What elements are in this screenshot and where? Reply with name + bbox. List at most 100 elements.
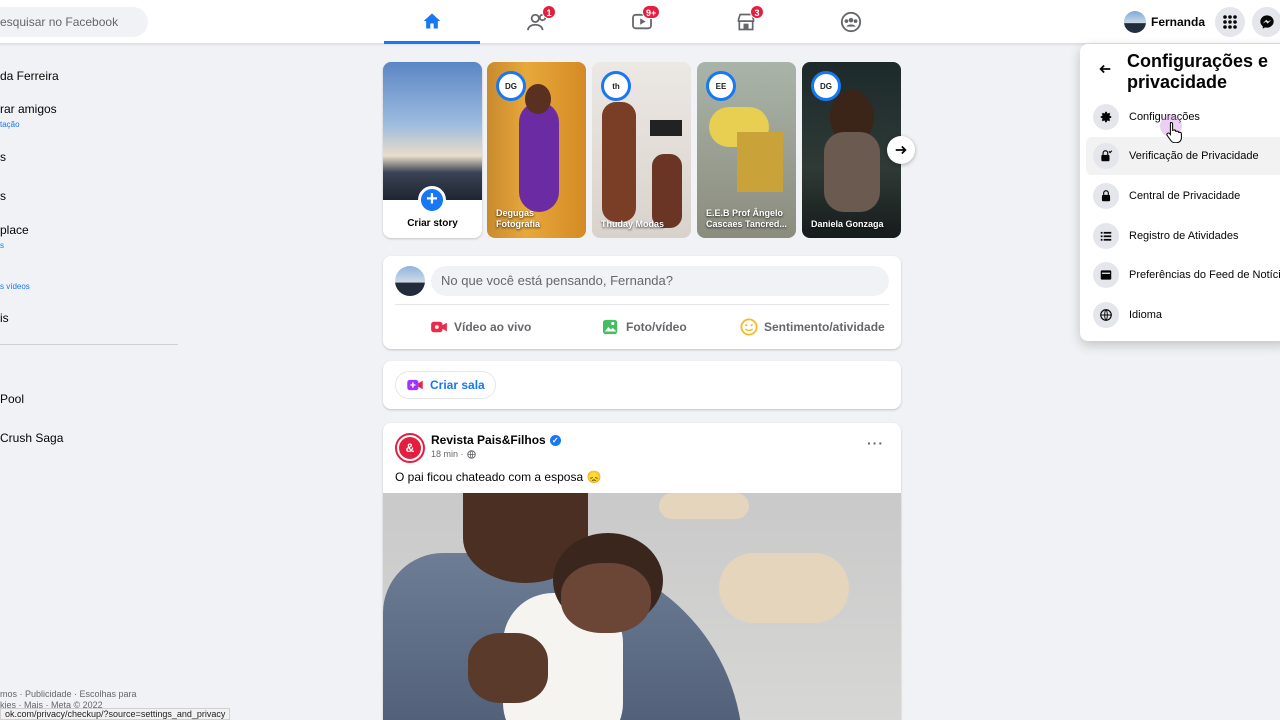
smiley-icon (740, 318, 758, 336)
sidebar-item-groups[interactable]: s (0, 150, 6, 164)
create-room-button[interactable]: Criar sala (395, 371, 496, 399)
hand-cursor-icon (1166, 121, 1182, 143)
sidebar-item-more[interactable]: is (0, 311, 9, 325)
post-author-avatar-logo: & (399, 437, 421, 459)
verified-icon: ✓ (549, 434, 561, 446)
live-video-icon (431, 321, 447, 333)
menu-item-settings[interactable]: Configurações (1086, 98, 1280, 136)
friends-badge: 1 (542, 5, 556, 19)
search-input[interactable]: esquisar no Facebook (0, 7, 148, 37)
sidebar-item-watch-sub[interactable]: s vídeos (0, 282, 30, 291)
create-room-label: Criar sala (430, 378, 485, 392)
sidebar-item-profile[interactable]: da Ferreira (0, 69, 59, 83)
story-image (525, 84, 551, 114)
arrow-left-icon (1099, 64, 1111, 74)
live-video-label: Vídeo ao vivo (454, 320, 532, 334)
menu-item-label: Idioma (1129, 309, 1163, 321)
post-author[interactable]: Revista Pais&Filhos ✓ (431, 433, 561, 447)
story-avatar: EE (706, 71, 736, 101)
menu-item-privacy-center[interactable]: Central de Privacidade (1086, 177, 1280, 215)
menu-item-activity-log[interactable]: Registro de Atividades (1086, 217, 1280, 255)
menu-item-label: Central de Privacidade (1129, 190, 1241, 202)
menu-button[interactable] (1215, 7, 1245, 37)
sidebar-item-marketplace-sub: s (0, 241, 4, 250)
profile-button[interactable]: Fernanda (1124, 8, 1205, 36)
photo-detail (659, 493, 749, 519)
messenger-button[interactable] (1252, 7, 1280, 37)
grid-menu-icon (1223, 15, 1237, 29)
video-room-icon (407, 379, 423, 391)
dropdown-title: Configurações e privacidade (1127, 51, 1269, 92)
status-input[interactable]: No que você está pensando, Fernanda? (431, 266, 889, 296)
feeling-activity-button[interactable]: Sentimento/atividade (740, 316, 885, 338)
photo-icon (603, 319, 618, 335)
story-avatar: DG (496, 71, 526, 101)
top-navigation-bar: esquisar no Facebook 1 9+ 3 Fernanda (0, 0, 1280, 44)
story-name: Daniela Gonzaga (811, 219, 884, 229)
post-author-name[interactable]: Revista Pais&Filhos (431, 433, 546, 447)
back-button[interactable] (1094, 58, 1116, 80)
settings-privacy-dropdown: Configurações e privacidade Configuraçõe… (1080, 44, 1280, 341)
arrow-right-icon (895, 145, 907, 155)
feeling-activity-label: Sentimento/atividade (764, 320, 885, 334)
avatar (395, 266, 425, 296)
tab-friends[interactable]: 1 (490, 0, 586, 44)
tab-groups[interactable] (803, 0, 899, 44)
menu-item-label: Registro de Atividades (1129, 230, 1239, 242)
globe-icon (466, 449, 476, 459)
post-options-button[interactable]: ··· (867, 435, 884, 451)
sidebar-item-game-pool[interactable]: Pool (0, 392, 24, 406)
story-image (602, 102, 636, 222)
story-avatar: DG (811, 71, 841, 101)
stories-next-button[interactable] (887, 136, 915, 164)
menu-item-feed-preferences[interactable]: Preferências do Feed de Notícias (1086, 256, 1280, 294)
story-avatar: th (601, 71, 631, 101)
tab-home[interactable] (384, 0, 480, 44)
lock-icon (1093, 183, 1119, 209)
create-story-card[interactable]: + Criar story (383, 62, 482, 238)
profile-name: Fernanda (1151, 15, 1206, 29)
photo-video-button[interactable]: Foto/vídeo (602, 316, 687, 338)
avatar (1124, 11, 1146, 33)
tab-watch[interactable]: 9+ (594, 0, 690, 44)
story-image (652, 154, 682, 228)
menu-item-label: Preferências do Feed de Notícias (1129, 269, 1280, 281)
rooms-card: Criar sala (383, 361, 901, 409)
sidebar-item-game-crush[interactable]: Crush Saga (0, 431, 63, 445)
footer-line[interactable]: mos · Publicidade · Escolhas para (0, 689, 150, 700)
sidebar-item-find-friends[interactable]: rar amigos (0, 102, 57, 116)
sidebar-item-saved[interactable]: s (0, 189, 6, 203)
composer-divider (395, 304, 889, 305)
sidebar-item-find-friends-sub: tação (0, 120, 20, 129)
photo-video-label: Foto/vídeo (626, 320, 687, 334)
post-text: O pai ficou chateado com a esposa 😞 (395, 470, 602, 484)
story-image (737, 132, 783, 192)
feed-post: & Revista Pais&Filhos ✓ 18 min · ··· O p… (383, 423, 901, 720)
post-composer: No que você está pensando, Fernanda? Víd… (383, 256, 901, 349)
groups-icon (840, 11, 862, 33)
post-timestamp[interactable]: 18 min · (431, 449, 476, 459)
create-story-label: Criar story (407, 218, 458, 229)
menu-item-language[interactable]: Idioma (1086, 296, 1280, 334)
menu-item-privacy-checkup[interactable]: Verificação de Privacidade (1086, 137, 1280, 175)
post-time-text: 18 min · (431, 449, 464, 459)
story-card[interactable]: DG Degugas Fotografia (487, 62, 586, 238)
gear-icon (1093, 104, 1119, 130)
globe-icon (1093, 302, 1119, 328)
story-card[interactable]: th Thuday Modas (592, 62, 691, 238)
feed-icon (1093, 262, 1119, 288)
live-video-button[interactable]: Vídeo ao vivo (430, 316, 531, 338)
photo-detail (468, 633, 548, 703)
post-author-avatar[interactable]: & (395, 433, 425, 463)
tab-marketplace[interactable]: 3 (698, 0, 794, 44)
story-card[interactable]: EE E.E.B Prof Ângelo Cascaes Tancred... (697, 62, 796, 238)
sidebar-divider (0, 344, 178, 345)
story-image (519, 102, 559, 212)
story-image (824, 132, 880, 212)
watch-badge: 9+ (642, 5, 661, 19)
photo-detail (561, 563, 651, 633)
photo-detail (719, 553, 849, 623)
story-name: E.E.B Prof Ângelo Cascaes Tancred... (706, 208, 787, 229)
post-photo[interactable] (383, 493, 901, 720)
sidebar-item-marketplace[interactable]: place (0, 223, 29, 237)
